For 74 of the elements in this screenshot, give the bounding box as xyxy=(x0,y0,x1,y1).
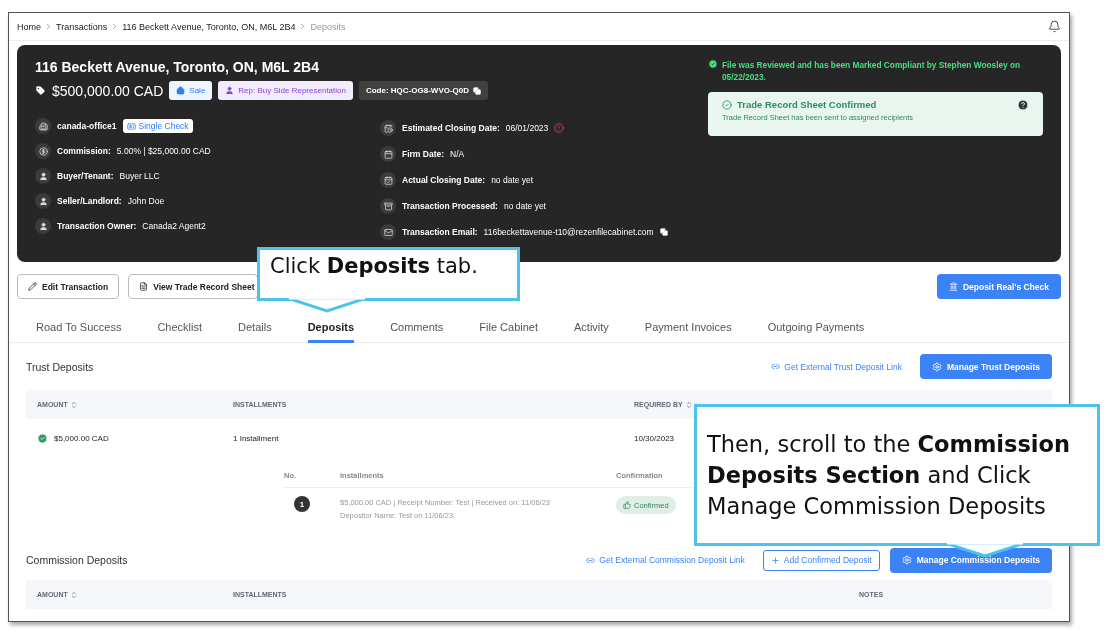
copy-icon[interactable] xyxy=(659,228,668,236)
detail-value: N/A xyxy=(450,149,465,159)
tab[interactable]: Outgoing Payments xyxy=(767,313,865,343)
detail-value: 5.00% | $25,000.00 CAD xyxy=(116,146,211,156)
detail-label: Transaction Email: xyxy=(402,227,478,237)
section-title: Commission Deposits xyxy=(26,554,128,566)
check-circle-icon xyxy=(708,59,718,69)
detail-label: Buyer/Tenant: xyxy=(57,171,114,181)
detail-label: Commission: xyxy=(57,146,111,156)
plus-icon xyxy=(770,555,780,565)
detail-label: Transaction Owner: xyxy=(57,221,137,231)
add-deposit-button[interactable]: Add Confirmed Deposit xyxy=(762,549,880,571)
table-cell-text: 1 Installment xyxy=(233,433,280,443)
price-tag-icon xyxy=(35,85,46,96)
detail-value: 06/01/2023 xyxy=(505,123,549,133)
breadcrumb-link[interactable]: Home xyxy=(17,21,41,32)
thumbs-up-icon xyxy=(623,501,631,509)
deposit-check-button[interactable]: Deposit Real's Check xyxy=(936,274,1061,299)
notice-title: Trade Record Sheet Confirmed xyxy=(737,99,877,110)
bank-icon xyxy=(948,282,958,291)
id-card-icon xyxy=(126,121,136,131)
settings-icon xyxy=(901,555,912,565)
callout-text: Then, scroll to the Commission Deposits Section and Click Manage Commission Deposits xyxy=(707,431,1071,519)
external-link[interactable]: Get External Trust Deposit Link xyxy=(771,361,902,372)
pencil-icon xyxy=(28,282,37,291)
detail-label: Seller/Landlord: xyxy=(57,196,122,206)
amount-text: $5,000.00 CAD xyxy=(54,433,109,443)
external-link[interactable]: Get External Commission Deposit Link xyxy=(586,555,745,565)
type-badge: Rep: Buy Side Representation xyxy=(218,81,353,100)
section-title: Trust Deposits xyxy=(26,360,94,373)
detail-label: Estimated Closing Date: xyxy=(402,123,500,133)
tab[interactable]: Road To Success xyxy=(36,313,122,343)
settings-icon xyxy=(931,361,942,372)
document-icon xyxy=(139,282,149,291)
detail-value: 116beckettavenue-t10@rezenfilecabinet.com xyxy=(483,227,654,237)
tab[interactable]: Comments xyxy=(390,313,444,343)
house-icon xyxy=(176,86,186,95)
detail-value: no date yet xyxy=(503,201,546,211)
link-icon xyxy=(771,362,781,371)
link-icon xyxy=(586,555,596,565)
breadcrumb-link[interactable]: 116 Beckett Avenue, Toronto, ON, M6L 2B4 xyxy=(122,21,296,32)
compliance-message: File was Reviewed and has been Marked Compliant by Stephen Woosley on 05/22/2023. xyxy=(722,59,1022,83)
breadcrumb-link[interactable]: Transactions xyxy=(56,21,108,32)
person-icon xyxy=(225,86,235,95)
manage-button[interactable]: Manage Commission Deposits xyxy=(889,547,1052,573)
tab[interactable]: Checklist xyxy=(157,313,203,343)
copy-icon[interactable] xyxy=(473,86,482,95)
number-badge: 1 xyxy=(294,496,310,512)
detail-value: Buyer LLC xyxy=(119,171,160,181)
detail-label: canada-office1 xyxy=(57,121,117,131)
table-cell-text: 10/30/2023 xyxy=(634,433,676,443)
detail-value: John Doe xyxy=(127,196,165,206)
type-badge: Sale xyxy=(169,81,213,100)
edit-button[interactable]: Edit Transaction xyxy=(17,274,120,299)
callout-text: Click Deposits tab. xyxy=(270,254,478,278)
detail-label: Actual Closing Date: xyxy=(402,175,486,185)
view-button[interactable]: View Trade Record Sheet xyxy=(128,274,258,299)
bell-icon[interactable] xyxy=(1048,20,1061,33)
chevron-icon xyxy=(44,22,53,31)
property-title: 116 Beckett Avenue, Toronto, ON, M6L 2B4 xyxy=(35,59,320,75)
tab[interactable]: Payment Invoices xyxy=(644,313,732,343)
tab[interactable]: Details xyxy=(238,313,272,343)
detail-label: Transaction Processed: xyxy=(402,201,498,211)
detail-value: Canada2 Agent2 xyxy=(142,221,206,231)
detail-value: no date yet xyxy=(491,175,534,185)
tab[interactable]: File Cabinet xyxy=(479,313,538,343)
detail-label: Firm Date: xyxy=(402,149,445,159)
help-icon[interactable] xyxy=(1017,99,1029,111)
manage-button[interactable]: Manage Trust Deposits xyxy=(919,354,1052,379)
check-circle-icon xyxy=(722,99,732,110)
price: $500,000.00 CAD xyxy=(52,82,164,99)
tab[interactable]: Activity xyxy=(574,313,609,343)
code-badge[interactable]: Code: HQC-OG8-WVO-Q0D xyxy=(358,81,489,100)
check-type-tag: Single Check xyxy=(122,119,193,133)
